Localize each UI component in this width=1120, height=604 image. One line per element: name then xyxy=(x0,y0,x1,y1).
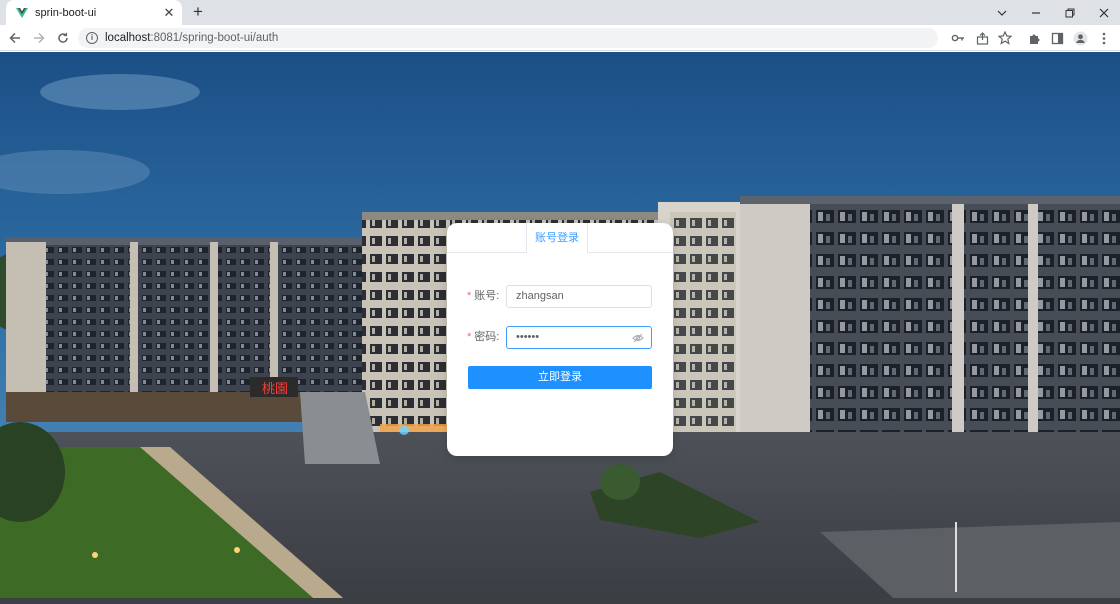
key-icon[interactable] xyxy=(949,29,967,47)
extensions-icon[interactable] xyxy=(1025,29,1043,47)
bookmark-star-icon[interactable] xyxy=(996,29,1014,47)
tab-title: sprin-boot-ui xyxy=(35,6,97,19)
password-row: * 密码: •••••• xyxy=(447,326,673,349)
login-panel: 账号登录 * 账号: zhangsan * 密码: •••••• 立即登录 xyxy=(447,223,673,456)
close-icon[interactable] xyxy=(1088,0,1120,25)
profile-avatar-icon[interactable] xyxy=(1071,29,1089,47)
site-info-icon[interactable]: i xyxy=(86,32,98,44)
password-label: * 密码: xyxy=(467,331,500,343)
restore-icon[interactable] xyxy=(1054,0,1086,25)
browser-tab[interactable]: sprin-boot-ui ✕ xyxy=(6,0,182,25)
forward-icon[interactable] xyxy=(30,29,48,47)
url-host: localhost xyxy=(105,32,151,44)
chevron-down-icon[interactable] xyxy=(986,0,1018,25)
login-tabs: 账号登录 xyxy=(447,223,673,253)
password-input[interactable]: •••••• xyxy=(506,326,652,349)
share-icon[interactable] xyxy=(973,29,991,47)
eye-hidden-icon[interactable] xyxy=(632,332,644,344)
menu-kebab-icon[interactable] xyxy=(1095,29,1113,47)
minimize-icon[interactable] xyxy=(1020,0,1052,25)
taskbar-strip xyxy=(0,598,1120,604)
required-mark: * xyxy=(467,331,472,343)
username-label: * 账号: xyxy=(467,290,500,302)
browser-toolbar: i localhost:8081/spring-boot-ui/auth xyxy=(0,25,1120,51)
browser-titlebar: sprin-boot-ui ✕ + xyxy=(0,0,1120,25)
new-tab-button[interactable]: + xyxy=(188,2,208,22)
reload-icon[interactable] xyxy=(54,29,72,47)
tab-account-login[interactable]: 账号登录 xyxy=(526,223,588,253)
username-input[interactable]: zhangsan xyxy=(506,285,652,308)
url-path: :8081/spring-boot-ui/auth xyxy=(150,32,279,44)
address-bar[interactable]: i localhost:8081/spring-boot-ui/auth xyxy=(78,28,938,48)
password-value: •••••• xyxy=(516,331,540,343)
back-icon[interactable] xyxy=(6,29,24,47)
login-button[interactable]: 立即登录 xyxy=(468,366,652,389)
svg-text:桃園: 桃園 xyxy=(262,382,288,397)
vue-logo-icon xyxy=(16,7,28,18)
required-mark: * xyxy=(467,290,472,302)
username-row: * 账号: zhangsan xyxy=(447,285,673,308)
tab-close-icon[interactable]: ✕ xyxy=(162,5,176,21)
side-panel-icon[interactable] xyxy=(1048,29,1066,47)
